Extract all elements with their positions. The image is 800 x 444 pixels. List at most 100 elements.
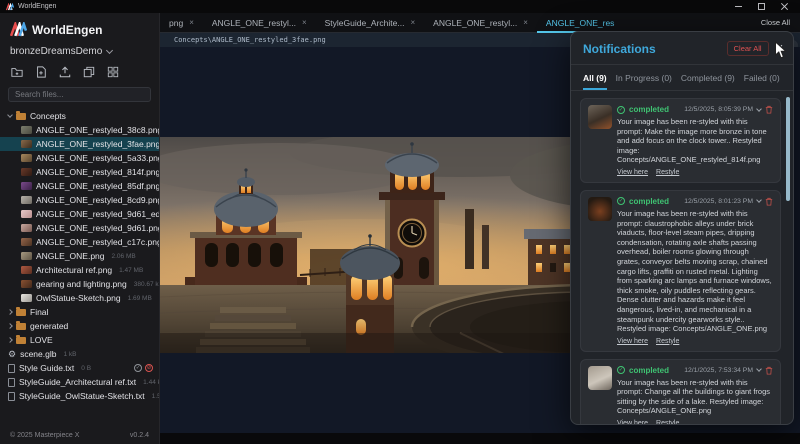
restyle-link[interactable]: Restyle: [656, 338, 679, 345]
app-logo-icon: [10, 22, 27, 37]
file-row[interactable]: ANGLE_ONE_restyled_8cd9.png1.25 MB: [0, 193, 159, 207]
check-circle-icon[interactable]: ✓: [134, 364, 142, 372]
chevron-down-icon: [7, 112, 13, 118]
notifications-title: Notifications: [583, 42, 656, 56]
file-row-scene-glb[interactable]: ⚙scene.glb1 kB: [0, 347, 159, 361]
notification-thumbnail[interactable]: [588, 197, 612, 221]
gear-icon: ⚙: [8, 350, 16, 359]
file-row[interactable]: OwlStatue-Sketch.png1.69 MB: [0, 291, 159, 305]
tab-file[interactable]: png×: [160, 13, 203, 32]
minimize-icon[interactable]: [735, 3, 742, 10]
chevron-down-icon[interactable]: [756, 198, 762, 204]
notification-thumbnail[interactable]: [588, 366, 612, 390]
image-thumbnail-icon: [21, 140, 32, 148]
timestamp: 12/5/2025, 8:01:23 PM: [684, 198, 753, 205]
slash-circle-icon[interactable]: ⊘: [145, 364, 153, 372]
trash-icon[interactable]: [765, 197, 773, 206]
image-thumbnail-icon: [21, 224, 32, 232]
duplicate-button[interactable]: [83, 66, 95, 78]
timestamp: 12/1/2025, 7:53:34 PM: [684, 367, 753, 374]
file-row[interactable]: ANGLE_ONE_restyled_5a33.png2.1 MB: [0, 151, 159, 165]
folder-row-generated[interactable]: generated: [0, 319, 159, 333]
project-selector[interactable]: bronzeDreamsDemo: [0, 44, 159, 63]
tab-close-icon[interactable]: ×: [410, 18, 415, 27]
file-row-selected[interactable]: ANGLE_ONE_restyled_3fae.png1.49 MB: [0, 137, 159, 151]
image-thumbnail-icon: [21, 126, 32, 134]
file-row[interactable]: Architectural ref.png1.47 MB: [0, 263, 159, 277]
filter-tab-in-progress[interactable]: In Progress (0): [616, 73, 672, 90]
file-row[interactable]: gearing and lighting.png380.67 kB: [0, 277, 159, 291]
chevron-down-icon[interactable]: [756, 366, 762, 372]
document-icon: [8, 364, 15, 373]
tab-close-icon[interactable]: ×: [523, 18, 528, 27]
file-row[interactable]: ANGLE_ONE_restyled_38c8.png955.8 k: [0, 123, 159, 137]
tab-file[interactable]: ANGLE_ONE_restyl...×: [203, 13, 316, 32]
view-here-link[interactable]: View here: [617, 169, 648, 176]
scrollbar[interactable]: [786, 97, 790, 201]
notification-message: Your image has been re-styled with this …: [617, 378, 773, 416]
bottom-strip: [160, 433, 800, 444]
trash-icon[interactable]: [765, 366, 773, 375]
file-row[interactable]: ANGLE_ONE.png2.06 MB: [0, 249, 159, 263]
folder-row-love[interactable]: LOVE: [0, 333, 159, 347]
maximize-icon[interactable]: [758, 3, 765, 10]
filter-tab-failed[interactable]: Failed (0): [744, 73, 780, 90]
close-all-button[interactable]: Close All: [751, 13, 800, 32]
grid-view-button[interactable]: [107, 66, 119, 78]
folder-row-concepts[interactable]: Concepts: [0, 109, 159, 123]
image-thumbnail-icon: [21, 154, 32, 162]
status-badge: completed: [629, 197, 669, 206]
chevron-down-icon[interactable]: [756, 106, 762, 112]
app-name: WorldEngen: [32, 23, 102, 37]
restyle-link[interactable]: Restyle: [656, 169, 679, 176]
file-row-txt[interactable]: StyleGuide_OwlStatue-Sketch.txt1.5 k✓⊘: [0, 389, 159, 403]
notification-message: Your image has been re-styled with this …: [617, 209, 773, 334]
tab-close-icon[interactable]: ×: [189, 18, 194, 27]
filter-tab-all[interactable]: All (9): [583, 73, 607, 90]
window-controls: [735, 3, 794, 10]
tab-file-active[interactable]: ANGLE_ONE_res: [537, 13, 624, 32]
window-titlebar: WorldEngen: [0, 0, 800, 13]
new-file-button[interactable]: [35, 66, 47, 78]
notification-filters: All (9) In Progress (0) Completed (9) Fa…: [571, 65, 793, 91]
clear-all-button[interactable]: Clear All: [727, 41, 769, 56]
sidebar-footer: © 2025 Masterpiece X v0.2.4: [0, 427, 159, 444]
image-thumbnail-icon: [21, 280, 32, 288]
file-row-txt[interactable]: Style Guide.txt0 B✓⊘: [0, 361, 159, 375]
tab-close-icon[interactable]: ×: [302, 18, 307, 27]
file-row[interactable]: ANGLE_ONE_restyled_9d61_edited_d5e: [0, 207, 159, 221]
app-window: { "colors": { "accent_blue": "#3fa9dc", …: [0, 0, 800, 444]
filter-tab-completed[interactable]: Completed (9): [681, 73, 735, 90]
file-row[interactable]: ANGLE_ONE_restyled_85df.png1.44 MB: [0, 179, 159, 193]
view-here-link[interactable]: View here: [617, 338, 648, 345]
document-icon: [8, 392, 15, 401]
new-folder-button[interactable]: [11, 66, 23, 78]
chevron-right-icon: [7, 309, 13, 315]
restyle-link[interactable]: Restyle: [656, 420, 679, 424]
brand-row: WorldEngen: [0, 13, 159, 44]
image-thumbnail-icon: [21, 168, 32, 176]
file-row[interactable]: ANGLE_ONE_restyled_814f.png1.27 MB: [0, 165, 159, 179]
window-title: WorldEngen: [18, 3, 56, 10]
notifications-list[interactable]: ✓ completed 12/5/2025, 8:05:39 PM Your i…: [571, 91, 793, 424]
chevron-right-icon: [7, 337, 13, 343]
file-row[interactable]: ANGLE_ONE_restyled_9d61.png1.37 MB: [0, 221, 159, 235]
file-tree: Concepts ANGLE_ONE_restyled_38c8.png955.…: [0, 109, 159, 427]
notification-thumbnail[interactable]: [588, 105, 612, 129]
check-circle-icon: ✓: [617, 106, 625, 114]
project-name: bronzeDreamsDemo: [10, 46, 102, 57]
file-row-txt[interactable]: StyleGuide_Architectural ref.txt1.44 k✓⊘: [0, 375, 159, 389]
folder-icon: [16, 113, 26, 120]
folder-row-final[interactable]: Final: [0, 305, 159, 319]
image-thumbnail-icon: [21, 196, 32, 204]
file-row[interactable]: ANGLE_ONE_restyled_c17c.png1.37 MB: [0, 235, 159, 249]
upload-button[interactable]: [59, 66, 71, 78]
search-input[interactable]: [15, 90, 144, 99]
close-icon[interactable]: [781, 3, 788, 10]
view-here-link[interactable]: View here: [617, 420, 648, 424]
trash-icon[interactable]: [765, 105, 773, 114]
tab-file[interactable]: StyleGuide_Archite...×: [316, 13, 425, 32]
notification-card: ✓ completed 12/5/2025, 8:01:23 PM Your i…: [580, 190, 781, 352]
tab-file[interactable]: ANGLE_ONE_restyl...×: [424, 13, 537, 32]
search-files-box: [8, 87, 151, 102]
